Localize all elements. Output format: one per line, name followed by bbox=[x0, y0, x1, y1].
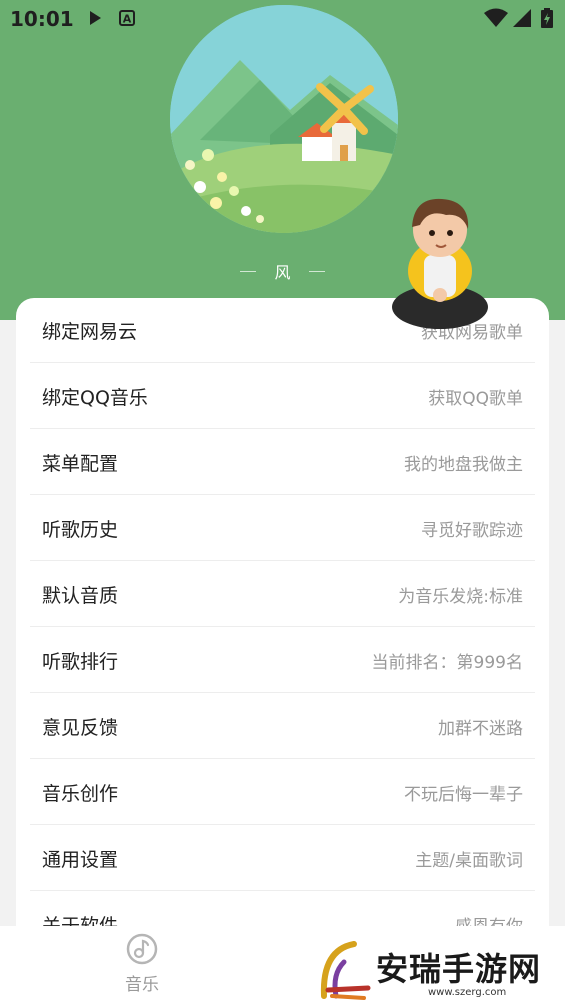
menu-item-bind-qq-music[interactable]: 绑定QQ音乐 获取QQ歌单 bbox=[30, 364, 535, 429]
status-time: 10:01 bbox=[10, 7, 74, 31]
menu-item-title: 菜单配置 bbox=[42, 452, 119, 475]
menu-item-title: 意见反馈 bbox=[42, 716, 119, 739]
nav-tab-music[interactable]: 音乐 bbox=[110, 932, 174, 1000]
music-note-icon bbox=[125, 932, 159, 966]
username-text: 风 bbox=[274, 263, 291, 282]
menu-item-title: 绑定QQ音乐 bbox=[42, 386, 148, 409]
battery-charging-icon bbox=[540, 8, 554, 28]
menu-item-title: 音乐创作 bbox=[42, 782, 119, 805]
menu-item-listen-history[interactable]: 听歌历史 寻觅好歌踪迹 bbox=[30, 496, 535, 561]
menu-item-title: 听歌排行 bbox=[42, 650, 119, 673]
menu-item-subtitle: 当前排名：第999名 bbox=[371, 652, 523, 673]
settings-card: 绑定网易云 获取网易歌单 绑定QQ音乐 获取QQ歌单 菜单配置 我的地盘我做主 … bbox=[16, 298, 549, 1004]
menu-item-menu-config[interactable]: 菜单配置 我的地盘我做主 bbox=[30, 430, 535, 495]
watermark-logo bbox=[320, 941, 371, 1000]
menu-item-title: 绑定网易云 bbox=[42, 320, 138, 343]
menu-item-subtitle: 获取QQ歌单 bbox=[428, 388, 523, 409]
menu-item-subtitle: 主题/桌面歌词 bbox=[415, 850, 523, 871]
menu-item-title: 通用设置 bbox=[42, 848, 119, 871]
avatar[interactable] bbox=[170, 5, 398, 233]
menu-item-feedback[interactable]: 意见反馈 加群不迷路 bbox=[30, 694, 535, 759]
signal-icon bbox=[512, 9, 532, 27]
watermark-text: 安瑞手游网 bbox=[376, 950, 542, 988]
menu-item-subtitle: 我的地盘我做主 bbox=[404, 454, 523, 475]
play-icon bbox=[86, 9, 104, 27]
menu-item-listen-ranking[interactable]: 听歌排行 当前排名：第999名 bbox=[30, 628, 535, 693]
menu-item-subtitle: 加群不迷路 bbox=[438, 718, 523, 739]
a-notification-icon: A bbox=[118, 9, 136, 27]
menu-item-title: 听歌历史 bbox=[42, 518, 119, 541]
right-divider bbox=[308, 270, 325, 272]
left-divider bbox=[240, 270, 257, 272]
watermark-url: www.szerg.com bbox=[428, 987, 507, 998]
site-watermark: 安瑞手游网 www.szerg.com bbox=[310, 936, 565, 1004]
menu-item-subtitle: 不玩后悔一辈子 bbox=[404, 784, 523, 805]
wifi-icon bbox=[483, 8, 509, 27]
menu-item-music-creation[interactable]: 音乐创作 不玩后悔一辈子 bbox=[30, 760, 535, 825]
svg-text:A: A bbox=[123, 13, 132, 26]
cartoon-figure-sticker bbox=[390, 185, 490, 340]
menu-item-title: 默认音质 bbox=[42, 584, 119, 607]
menu-item-subtitle: 寻觅好歌踪迹 bbox=[421, 520, 523, 541]
nav-tab-music-label: 音乐 bbox=[125, 975, 159, 995]
menu-item-subtitle: 为音乐发烧:标准 bbox=[398, 586, 523, 607]
menu-item-default-quality[interactable]: 默认音质 为音乐发烧:标准 bbox=[30, 562, 535, 627]
menu-item-general-settings[interactable]: 通用设置 主题/桌面歌词 bbox=[30, 826, 535, 891]
